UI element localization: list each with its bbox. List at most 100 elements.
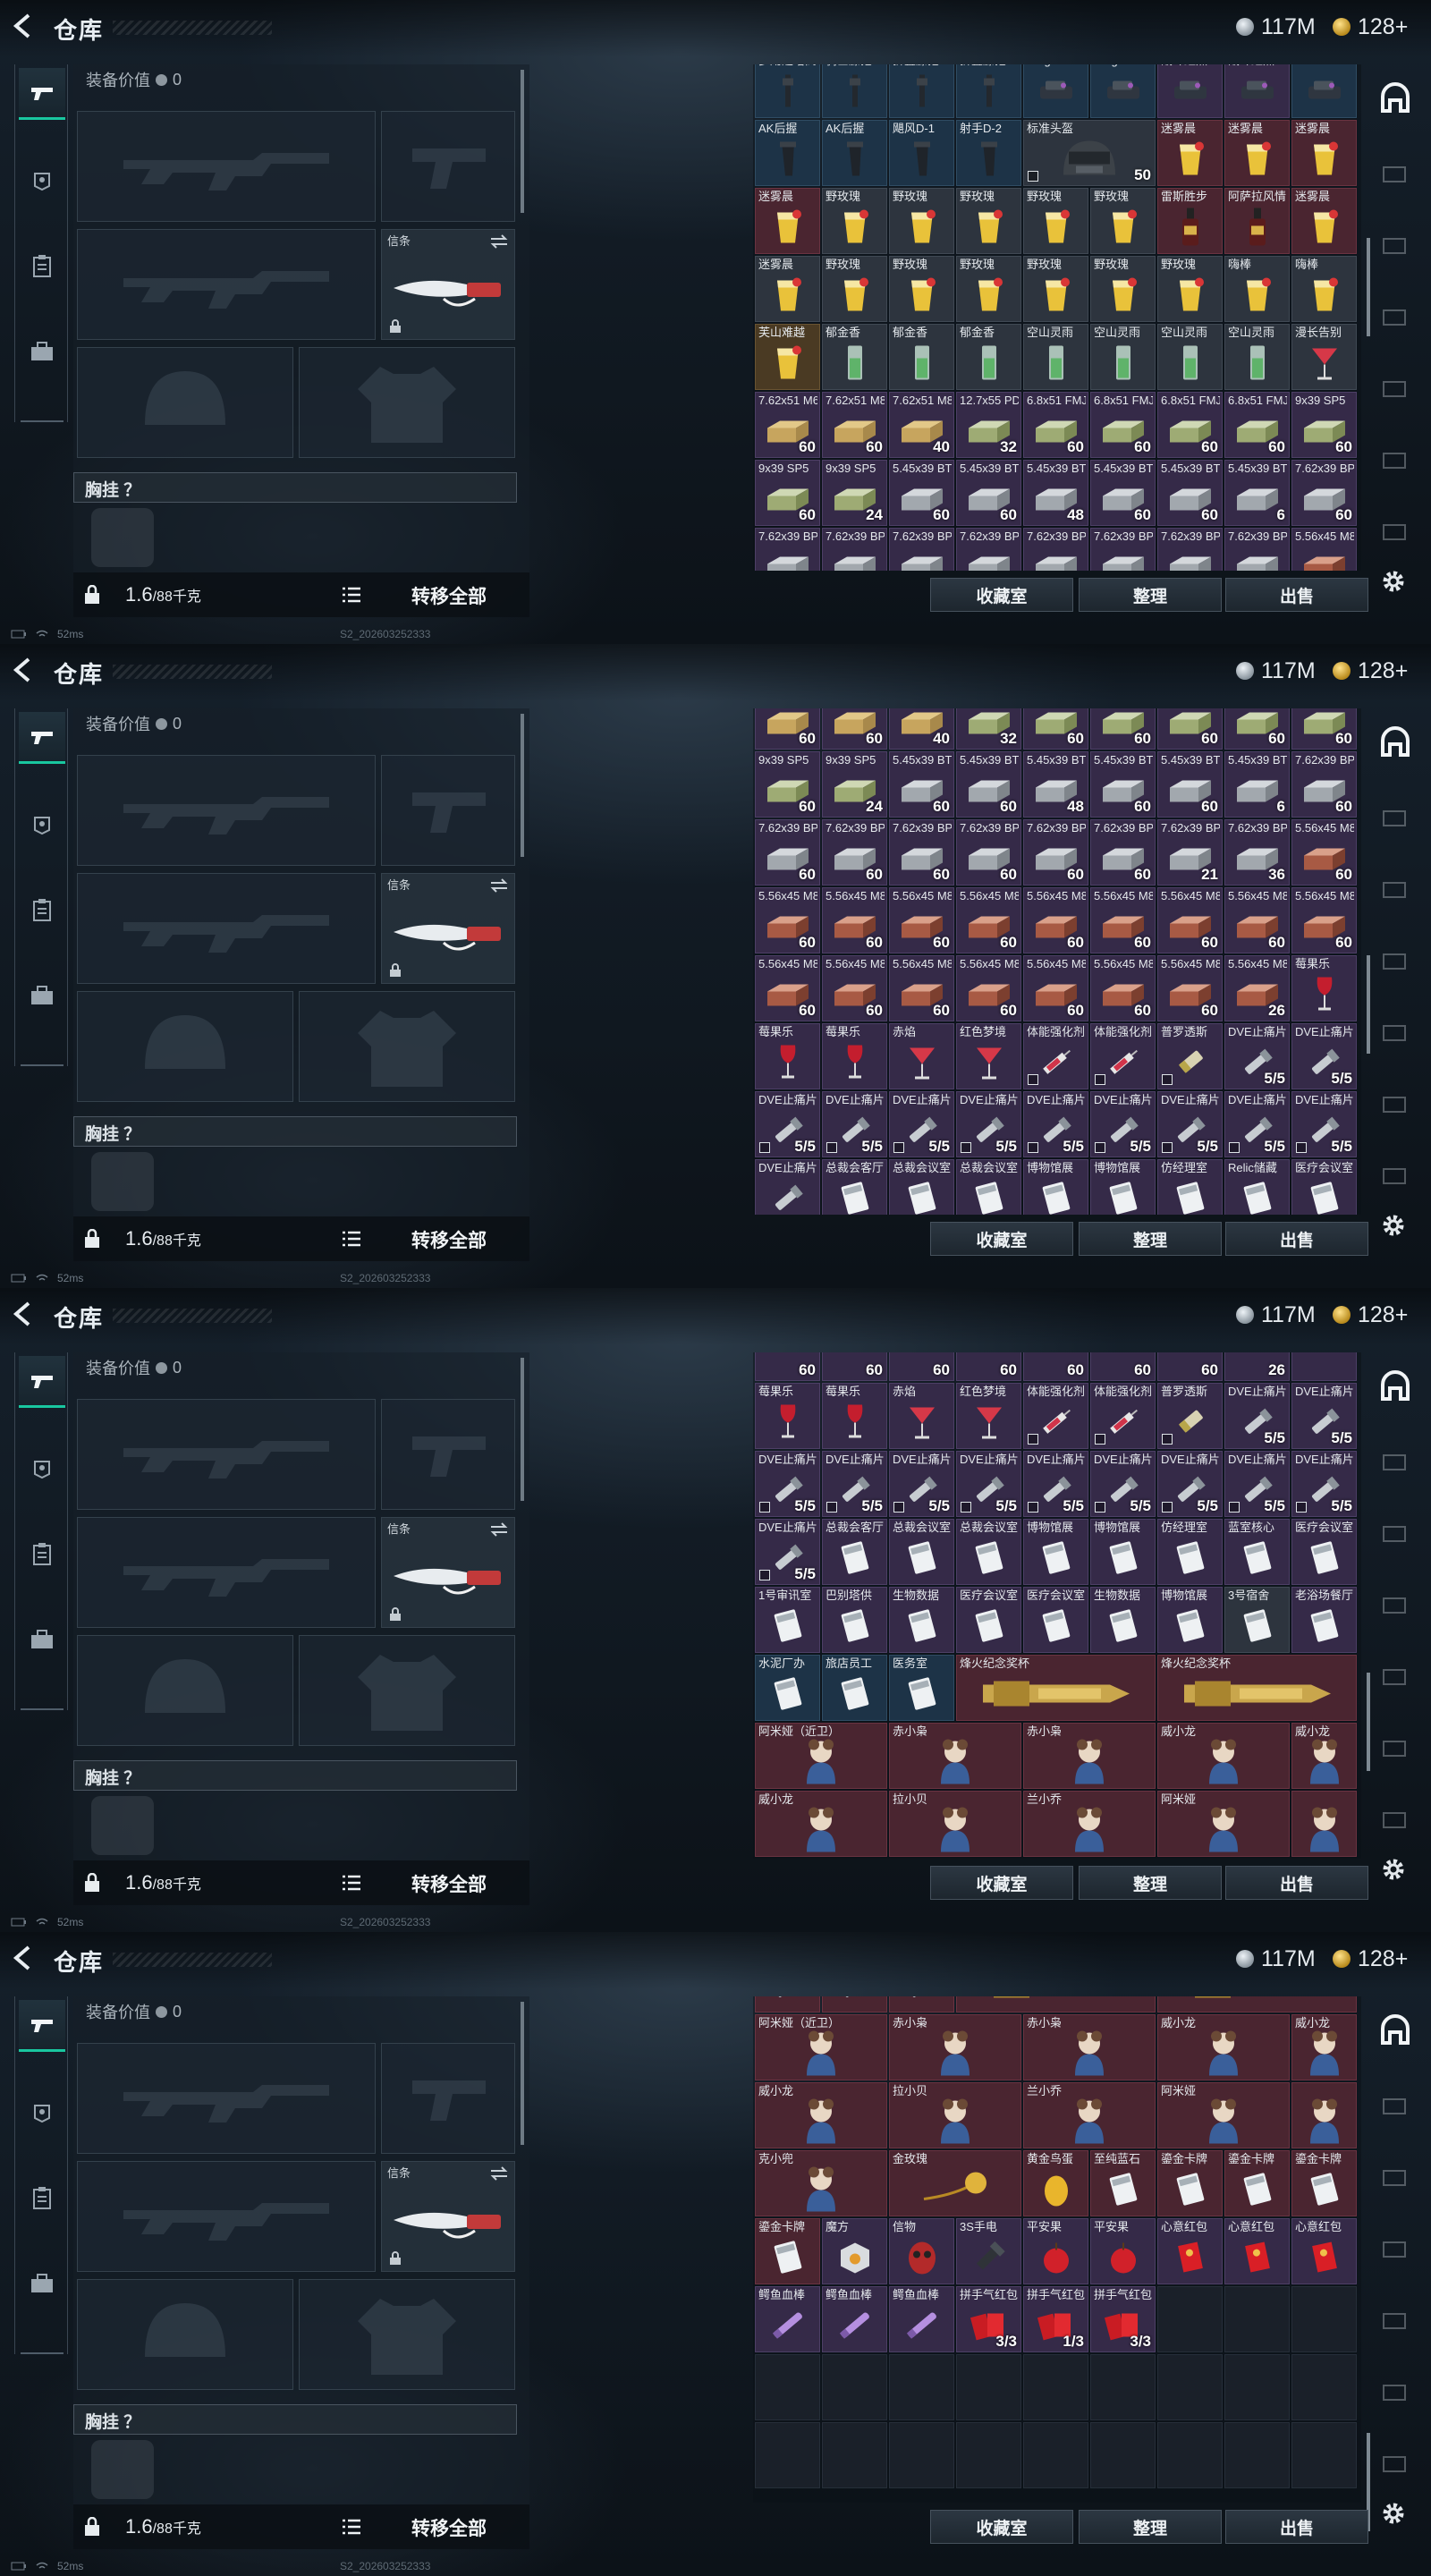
helmet-slot[interactable] bbox=[77, 2279, 293, 2390]
storage-tab-icon[interactable] bbox=[1381, 2166, 1408, 2188]
inventory-item[interactable]: 7.62x51 M80 40 bbox=[889, 392, 954, 458]
inventory-item[interactable]: 赤小枭 bbox=[1023, 2014, 1156, 2080]
inventory-item[interactable]: 阿米娅 bbox=[1157, 2082, 1290, 2148]
inventory-item[interactable]: 7.62x39 BP bbox=[1224, 528, 1290, 571]
storage-tab-icon[interactable] bbox=[1381, 2381, 1408, 2402]
pistol-slot[interactable] bbox=[381, 2043, 515, 2154]
storage-tab-icon[interactable] bbox=[1381, 234, 1408, 256]
warehouse-home-icon[interactable] bbox=[1379, 82, 1411, 114]
swap-icon[interactable] bbox=[489, 233, 509, 250]
storage-tab-icon[interactable] bbox=[1381, 878, 1408, 900]
inventory-item[interactable]: 仿经理室 bbox=[1157, 1519, 1223, 1585]
inventory-item[interactable]: 6.8x51 FMJ60 bbox=[1090, 708, 1156, 750]
inventory-item[interactable]: 拼手气红包 3/3 bbox=[1090, 2286, 1156, 2352]
inventory-item[interactable]: 黄金鸟蛋 bbox=[1023, 2150, 1088, 2216]
inventory-item[interactable]: 7.62x39 BP bbox=[755, 528, 820, 571]
collection-room-button[interactable]: 收藏室 bbox=[930, 578, 1073, 612]
inventory-item[interactable]: 红色梦境 bbox=[956, 1023, 1021, 1089]
sort-button[interactable]: 整理 bbox=[1079, 2510, 1222, 2544]
inventory-item[interactable]: 5.56x45 M855A1 60 bbox=[822, 955, 887, 1021]
inventory-item[interactable]: 5.45x39 BT 60 bbox=[1090, 751, 1156, 818]
inventory-item[interactable]: 5.56x45 M855A1 60 bbox=[1157, 887, 1223, 953]
inventory-item[interactable]: 嗨棒 bbox=[1224, 256, 1290, 322]
primary-weapon-slot[interactable] bbox=[77, 1399, 376, 1510]
inventory-item[interactable]: 空山灵雨 bbox=[1023, 324, 1088, 390]
inventory-item[interactable]: 6.8x51 FMJ60 bbox=[1023, 392, 1088, 458]
warehouse-home-icon[interactable] bbox=[1379, 726, 1411, 758]
sell-button[interactable]: 出售 bbox=[1225, 578, 1368, 612]
inventory-item[interactable]: 阿米娅 bbox=[1157, 1791, 1290, 1857]
inventory-item[interactable]: 5.56x45 M855A1 60 bbox=[889, 887, 954, 953]
collection-room-button[interactable]: 收藏室 bbox=[930, 1866, 1073, 1900]
inventory-item[interactable]: 战斗红点 bbox=[1157, 64, 1223, 118]
sell-button[interactable]: 出售 bbox=[1225, 2510, 1368, 2544]
inventory-item[interactable]: 威小龙 bbox=[1157, 2014, 1290, 2080]
inventory-slot[interactable] bbox=[822, 1996, 887, 2012]
inventory-item[interactable]: DVE止痛片 5/5 bbox=[1023, 1451, 1088, 1517]
inventory-item[interactable]: 威小龙 bbox=[755, 1791, 887, 1857]
inventory-item[interactable]: 平安果 bbox=[1023, 2218, 1088, 2284]
primary-weapon-slot[interactable] bbox=[77, 111, 376, 222]
inventory-item[interactable]: DVE止痛片 5/5 bbox=[1090, 1451, 1156, 1517]
inventory-item[interactable]: 5.56x45 M855A1 26 bbox=[1224, 955, 1290, 1021]
armor-slot[interactable] bbox=[299, 991, 515, 1102]
inventory-item[interactable]: 5.45x39 BT 48 bbox=[1023, 751, 1088, 818]
inventory-slot[interactable] bbox=[755, 2354, 820, 2420]
inventory-item[interactable]: XRO bbox=[1291, 64, 1357, 118]
inventory-slot[interactable] bbox=[1291, 2422, 1357, 2488]
warehouse-scrollbar[interactable] bbox=[1367, 1673, 1370, 1771]
inventory-item[interactable]: 标准头盔 50 bbox=[1023, 120, 1156, 186]
inventory-slot[interactable] bbox=[1157, 2286, 1223, 2352]
nav-tab-weapons[interactable] bbox=[19, 2000, 65, 2052]
inventory-item[interactable]: 迷雾晨 bbox=[755, 188, 820, 254]
storage-tab-icon[interactable] bbox=[1381, 521, 1408, 542]
helmet-slot[interactable] bbox=[77, 991, 293, 1102]
inventory-item[interactable]: 5.45x39 BT 60 bbox=[1090, 460, 1156, 526]
inventory-item[interactable]: 蓝室核心 bbox=[1224, 1519, 1290, 1585]
inventory-item[interactable]: 7.62x39 BP bbox=[889, 528, 954, 571]
inventory-item[interactable]: 普罗透斯 bbox=[1157, 1383, 1223, 1449]
secondary-weapon-slot[interactable] bbox=[77, 873, 376, 984]
storage-tab-icon[interactable] bbox=[1381, 2095, 1408, 2116]
inventory-item[interactable]: 5.56x45 M855A1 60 bbox=[956, 955, 1021, 1021]
inventory-item[interactable]: 体能强化剂 bbox=[1023, 1023, 1088, 1089]
storage-tab-icon[interactable] bbox=[1381, 306, 1408, 327]
sort-button[interactable]: 整理 bbox=[1079, 1866, 1222, 1900]
inventory-item[interactable]: DVE止痛片 5/5 bbox=[1291, 1023, 1357, 1089]
inventory-item[interactable]: 总裁会客厅 bbox=[822, 1159, 887, 1215]
inventory-item[interactable]: 威小龙 bbox=[755, 2082, 887, 2148]
inventory-item[interactable]: 老浴场餐厅 bbox=[1291, 1587, 1357, 1653]
inventory-item[interactable]: 7.62x51 M62 60 bbox=[755, 392, 820, 458]
inventory-item[interactable]: 野玫瑰 bbox=[822, 188, 887, 254]
inventory-item[interactable]: DVE止痛片 5/5 bbox=[1291, 1383, 1357, 1449]
melee-slot[interactable]: 信条 bbox=[381, 2161, 515, 2272]
inventory-item[interactable]: 漫长告别 bbox=[1291, 324, 1357, 390]
inventory-item[interactable]: 体能强化剂 bbox=[1090, 1383, 1156, 1449]
inventory-item[interactable]: 7.62x39 BP 36 bbox=[1224, 819, 1290, 886]
inventory-item[interactable]: 魔方 bbox=[822, 2218, 887, 2284]
inventory-item[interactable]: DVE止痛片 5/5 bbox=[1291, 1091, 1357, 1157]
inventory-item[interactable]: 野玫瑰 bbox=[889, 188, 954, 254]
inventory-item[interactable]: 7.62x39 BP bbox=[956, 528, 1021, 571]
inventory-slot[interactable] bbox=[1023, 2422, 1088, 2488]
inventory-item[interactable]: DVE止痛片 5/5 bbox=[755, 1451, 820, 1517]
inventory-slot[interactable] bbox=[1291, 1791, 1357, 1857]
storage-tab-icon[interactable] bbox=[1381, 1522, 1408, 1544]
inventory-item[interactable]: 7.62x39 BP bbox=[1157, 528, 1223, 571]
inventory-slot[interactable] bbox=[1291, 2354, 1357, 2420]
inventory-item[interactable]: 总裁会议室 bbox=[956, 1519, 1021, 1585]
inventory-item[interactable]: 信物 bbox=[889, 2218, 954, 2284]
inventory-item[interactable]: 阿米娅（近卫） bbox=[755, 2014, 887, 2080]
pistol-slot[interactable] bbox=[381, 1399, 515, 1510]
warehouse-scrollbar[interactable] bbox=[1367, 238, 1370, 336]
inventory-item[interactable]: 空山灵雨 bbox=[1090, 324, 1156, 390]
inventory-item[interactable]: 体能强化剂 bbox=[1090, 1023, 1156, 1089]
inventory-item[interactable]: 5.56x45 M855A1 60 bbox=[755, 887, 820, 953]
inventory-item[interactable]: 博物馆展 bbox=[1090, 1519, 1156, 1585]
inventory-item[interactable]: 5.56x45 M855A1 60 bbox=[1291, 819, 1357, 886]
inventory-slot[interactable] bbox=[1224, 2286, 1290, 2352]
inventory-item[interactable]: 野玫瑰 bbox=[889, 256, 954, 322]
inventory-item[interactable]: 威小龙 bbox=[1291, 1723, 1357, 1789]
sell-button[interactable]: 出售 bbox=[1225, 1866, 1368, 1900]
inventory-item[interactable]: 鎏金卡牌 bbox=[755, 2218, 820, 2284]
